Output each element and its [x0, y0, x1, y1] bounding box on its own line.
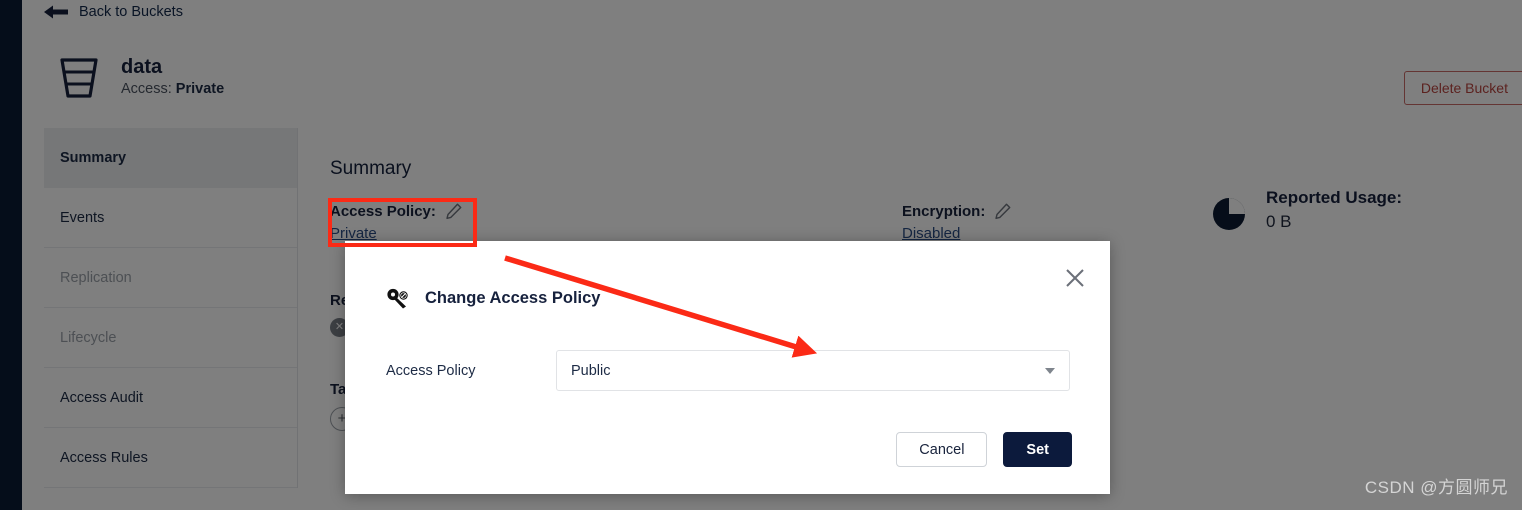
modal-header: Change Access Policy — [386, 287, 600, 309]
watermark: CSDN @方圆师兄 — [1364, 478, 1508, 497]
change-access-policy-modal: Change Access Policy Access Policy Publi… — [345, 241, 1110, 494]
access-policy-select[interactable]: Public — [556, 350, 1070, 391]
set-button[interactable]: Set — [1003, 432, 1072, 467]
app-screenshot: Back to Buckets data Access: Private Del… — [0, 0, 1522, 510]
access-policy-select-value: Public — [571, 362, 611, 379]
chevron-down-icon — [1045, 367, 1055, 374]
key-icon — [387, 288, 408, 309]
access-policy-field-label: Access Policy — [386, 362, 476, 379]
modal-actions: Cancel Set — [896, 432, 1072, 467]
close-icon[interactable] — [1064, 267, 1086, 289]
modal-title: Change Access Policy — [425, 288, 601, 307]
access-policy-field-row: Access Policy Public — [386, 350, 1070, 391]
cancel-button[interactable]: Cancel — [896, 432, 988, 467]
